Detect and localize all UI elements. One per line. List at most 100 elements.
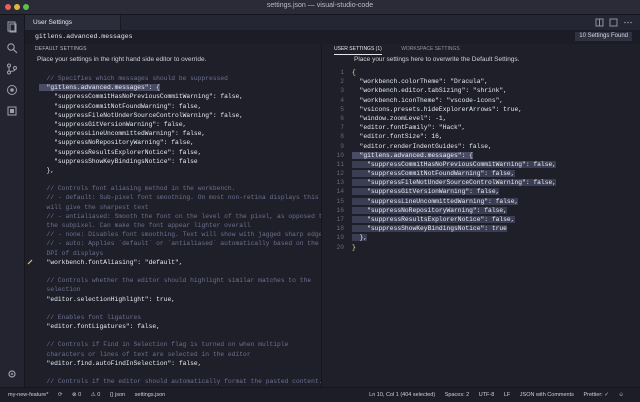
code-line[interactable]: // - default: Sub-pixel font smoothing. … (25, 193, 321, 202)
code-line[interactable]: "suppressGitVersionWarning": false, (25, 120, 321, 129)
code-line[interactable]: "suppressCommitHasNoPreviousCommitWarnin… (25, 92, 321, 101)
line-number: 5 (340, 105, 344, 113)
code-line[interactable]: // - none: Disables font smoothing. Text… (25, 230, 321, 239)
feedback-icon[interactable]: ☺ (618, 392, 624, 398)
tab-workspace-settings-scope[interactable]: WORKSPACE SETTINGS (401, 44, 460, 54)
code-line[interactable]: 16 "suppressNoRepositoryWarning": false, (322, 206, 640, 215)
code-line[interactable]: DPI of displays (25, 249, 321, 258)
code-line[interactable]: // Controls font aliasing method in the … (25, 184, 321, 193)
code-line[interactable]: "suppressLineUncommittedWarning": false, (25, 129, 321, 138)
code-line[interactable]: "suppressCommitNotFoundWarning": false, (25, 102, 321, 111)
user-settings-description: Place your settings here to overwrite th… (354, 56, 520, 63)
code-line[interactable]: 8 "editor.fontSize": 16, (322, 132, 640, 141)
code-line[interactable]: }, (25, 166, 321, 175)
code-text: // Controls font aliasing method in the … (39, 185, 236, 193)
debug-icon[interactable] (6, 84, 18, 96)
code-line[interactable]: // - antialiased: Smooth the font on the… (25, 212, 321, 221)
code-line[interactable]: "suppressNoRepositoryWarning": false, (25, 138, 321, 147)
tab-user-settings-scope[interactable]: USER SETTINGS (1) (334, 44, 382, 55)
code-line[interactable]: "workbench.fontAliasing": "default", (25, 258, 321, 267)
line-number: 20 (336, 243, 344, 251)
default-settings-editor[interactable]: // Specifies which messages should be su… (25, 74, 321, 386)
code-line[interactable]: 19 }, (322, 233, 640, 242)
settings-gear-icon[interactable] (6, 368, 18, 380)
code-line[interactable]: 18 "suppressShowKeyBindingsNotice": true (322, 224, 640, 233)
code-line[interactable]: 12 "suppressCommitNotFoundWarning": fals… (322, 169, 640, 178)
code-line[interactable]: "gitlens.advanced.messages": { (25, 83, 321, 92)
prettier-status[interactable]: Prettier: ✓ (583, 392, 608, 398)
code-line[interactable]: the subpixel. Can make the font appear l… (25, 221, 321, 230)
user-settings-editor[interactable]: 1{2 "workbench.colorTheme": "Dracula", 3 … (322, 68, 640, 252)
code-text: characters or lines of text are selected… (39, 350, 251, 358)
code-line[interactable]: 3 "workbench.editor.tabSizing": "shrink"… (322, 86, 640, 95)
code-line[interactable]: 10 "gitlens.advanced.messages": { (322, 151, 640, 160)
language-mode[interactable]: JSON with Comments (520, 392, 574, 398)
code-line[interactable]: // Specifies which messages should be su… (25, 74, 321, 83)
code-line[interactable]: "suppressFileNotUnderSourceControlWarnin… (25, 111, 321, 120)
default-settings-pane: DEFAULT SETTINGS Place your settings in … (25, 44, 322, 387)
code-line[interactable]: "editor.fontLigatures": false, (25, 322, 321, 331)
line-number: 3 (340, 87, 344, 95)
code-line[interactable]: "suppressResultsExplorerNotice": false, (25, 148, 321, 157)
code-line[interactable]: 14 "suppressGitVersionWarning": false, (322, 187, 640, 196)
code-line[interactable]: 1{ (322, 68, 640, 77)
code-line[interactable]: "editor.find.autoFindInSelection": false… (25, 359, 321, 368)
settings-search-bar: gitlens.advanced.messages 10 Settings Fo… (25, 30, 640, 44)
editor-actions-icon[interactable] (594, 18, 634, 27)
code-text: // Controls if Find in Selection flag is… (39, 341, 289, 349)
line-ending[interactable]: LF (504, 392, 510, 398)
code-line[interactable]: 17 "suppressResultsExplorerNotice": fals… (322, 215, 640, 224)
code-text: // - antialiased: Smooth the font on the… (39, 212, 322, 220)
indentation[interactable]: Spaces: 2 (445, 392, 469, 398)
code-line[interactable]: // Controls whether the editor should hi… (25, 276, 321, 285)
extensions-icon[interactable] (6, 105, 18, 117)
errors-count[interactable]: ⊗ 0 (72, 392, 81, 398)
code-line[interactable]: "editor.selectionHighlight": true, (25, 295, 321, 304)
code-line[interactable] (25, 267, 321, 276)
tab-user-settings[interactable]: User Settings (25, 15, 121, 30)
code-text: "window.zoomLevel": -1, (352, 114, 447, 122)
encoding[interactable]: UTF-8 (479, 392, 495, 398)
code-line[interactable]: 15 "suppressLineUncommittedWarning": fal… (322, 197, 640, 206)
code-text: "suppressShowKeyBindingsNotice": false (39, 157, 198, 165)
code-line[interactable]: // Enables font ligatures (25, 313, 321, 322)
code-line[interactable] (25, 368, 321, 377)
code-line[interactable] (25, 304, 321, 313)
code-line[interactable]: will give the sharpest text (25, 203, 321, 212)
cursor-position[interactable]: Ln 10, Col 1 (404 selected) (369, 392, 435, 398)
code-line[interactable]: selection (25, 285, 321, 294)
code-line[interactable]: 11 "suppressCommitHasNoPreviousCommitWar… (322, 160, 640, 169)
code-line[interactable]: 4 "workbench.iconTheme": "vscode-icons", (322, 96, 640, 105)
code-text: will give the sharpest text (39, 203, 149, 211)
editor-tab-bar: User Settings (25, 15, 640, 30)
code-line[interactable]: 7 "editor.fontFamily": "Hack", (322, 123, 640, 132)
code-line[interactable] (25, 331, 321, 340)
code-line[interactable]: 6 "window.zoomLevel": -1, (322, 114, 640, 123)
code-line[interactable]: "suppressShowKeyBindingsNotice": false (25, 157, 321, 166)
code-text: "editor.fontLigatures": false, (39, 323, 160, 331)
code-line[interactable]: // - auto: Applies `default` or `antiali… (25, 239, 321, 248)
source-control-icon[interactable] (6, 63, 18, 75)
code-line[interactable] (25, 175, 321, 184)
code-line[interactable]: 2 "workbench.colorTheme": "Dracula", (322, 77, 640, 86)
search-icon[interactable] (6, 42, 18, 54)
user-settings-pane: USER SETTINGS (1) WORKSPACE SETTINGS Pla… (322, 44, 640, 387)
code-text: "suppressCommitNotFoundWarning": false, (39, 102, 202, 110)
code-text: "gitlens.advanced.messages": { (352, 151, 473, 159)
code-line[interactable]: characters or lines of text are selected… (25, 350, 321, 359)
warnings-count[interactable]: ⚠ 0 (91, 392, 101, 398)
code-line[interactable]: 13 "suppressFileNotUnderSourceControlWar… (322, 178, 640, 187)
code-line[interactable]: // Controls if the editor should automat… (25, 377, 321, 386)
line-number: 12 (336, 170, 344, 178)
code-line[interactable]: 5 "vsicons.presets.hideExplorerArrows": … (322, 105, 640, 114)
code-line[interactable]: // Controls if Find in Selection flag is… (25, 340, 321, 349)
sync-icon[interactable]: ⟳ (58, 392, 63, 398)
branch-indicator[interactable]: my-new-feature* (8, 392, 48, 398)
code-text: "suppressResultsExplorerNotice": false, (352, 216, 515, 223)
code-line[interactable]: 20} (322, 243, 640, 252)
code-line[interactable]: 9 "editor.renderIndentGuides": false, (322, 142, 640, 151)
explorer-icon[interactable] (6, 21, 18, 33)
code-text: "suppressNoRepositoryWarning": false, (39, 139, 194, 147)
default-settings-header: DEFAULT SETTINGS (35, 46, 87, 52)
settings-search-input[interactable]: gitlens.advanced.messages (35, 32, 615, 41)
